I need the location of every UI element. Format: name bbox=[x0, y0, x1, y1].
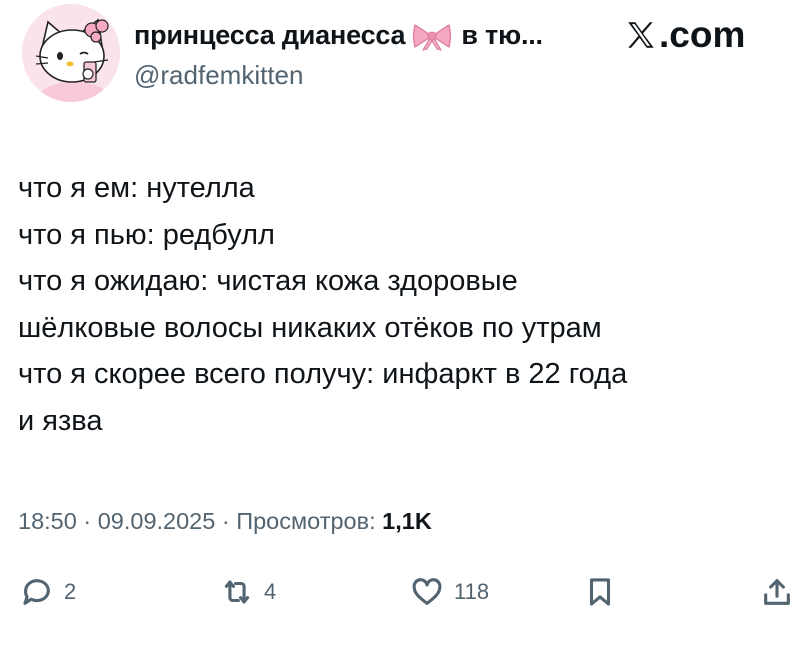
reply-count: 2 bbox=[64, 579, 77, 604]
separator-dot: · bbox=[83, 508, 98, 534]
tweet-line: шёлковые волосы никаких отёков по утрам bbox=[18, 311, 602, 344]
heart-icon bbox=[412, 578, 442, 605]
display-name[interactable]: принцесса дианесса в тю... bbox=[134, 20, 543, 51]
display-name-text: принцесса дианесса bbox=[134, 20, 406, 50]
tweet-line: что я ожидаю: чистая кожа здоровые bbox=[18, 265, 518, 297]
avatar[interactable] bbox=[22, 4, 120, 102]
tweet-line: что я пью: редбулл bbox=[18, 218, 275, 251]
repost-button[interactable]: 4 bbox=[220, 575, 276, 609]
share-button[interactable] bbox=[760, 575, 794, 609]
views-label: Просмотров: bbox=[236, 508, 376, 534]
repost-icon bbox=[224, 580, 250, 604]
tweet-date[interactable]: 09.09.2025 bbox=[98, 508, 216, 534]
user-handle[interactable]: @radfemkitten bbox=[134, 60, 303, 91]
tweet-text: что я ем: нутелла что я пью: редбулл что… bbox=[18, 165, 793, 444]
reply-button[interactable]: 2 bbox=[20, 575, 76, 609]
x-logo[interactable]: .com bbox=[624, 14, 745, 56]
bookmark-button[interactable] bbox=[583, 575, 617, 609]
action-bar: 2 4 118 bbox=[0, 575, 800, 625]
tweet-meta: 18:50 · 09.09.2025 · Просмотров: 1,1K bbox=[18, 508, 432, 535]
tweet-line: и язва bbox=[18, 404, 103, 437]
x-logo-icon bbox=[628, 22, 654, 48]
share-icon bbox=[764, 579, 790, 605]
x-logo-text: .com bbox=[659, 14, 746, 55]
reply-icon bbox=[23, 579, 50, 605]
views-count: 1,1K bbox=[382, 508, 432, 534]
tweet-time[interactable]: 18:50 bbox=[18, 508, 77, 534]
separator-dot: · bbox=[221, 508, 237, 534]
repost-count: 4 bbox=[264, 579, 277, 604]
tweet-line: что я ем: нутелла bbox=[18, 172, 255, 204]
bookmark-icon bbox=[589, 578, 611, 606]
like-count: 118 bbox=[454, 579, 490, 604]
tweet-line: что я скорее всего получу: инфаркт в 22 … bbox=[18, 358, 628, 390]
pink-bow-icon bbox=[413, 23, 452, 51]
display-name-suffix: в тю... bbox=[461, 20, 543, 50]
like-button[interactable]: 118 bbox=[410, 575, 489, 609]
hello-kitty-avatar-icon bbox=[22, 4, 120, 102]
